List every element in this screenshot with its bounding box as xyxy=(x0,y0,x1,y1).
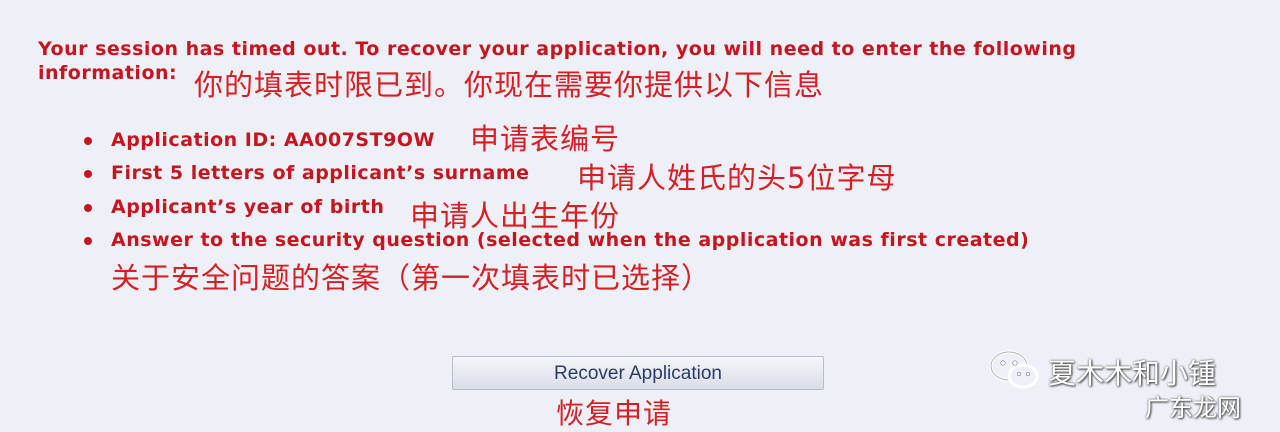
timeout-message-translation: 你的填表时限已到。你现在需要你提供以下信息 xyxy=(194,68,825,102)
timeout-message-line1: Your session has timed out. To recover y… xyxy=(38,38,1077,60)
bullet-icon xyxy=(84,204,92,212)
bullet-icon xyxy=(84,170,92,178)
recover-application-button[interactable]: Recover Application xyxy=(452,356,824,390)
bullet-icon xyxy=(84,237,92,245)
list-item-translation: 申请人姓氏的头5位字母 xyxy=(577,161,897,195)
list-item-label: Answer to the security question (selecte… xyxy=(111,229,1030,251)
bullet-icon xyxy=(84,137,92,145)
list-item-translation: 关于安全问题的答案（第一次填表时已选择） xyxy=(111,261,712,295)
watermark-site-name: 广东龙网 xyxy=(1145,394,1241,422)
list-item-label: Application ID: AA007ST9OW xyxy=(111,129,435,151)
list-item-label: First 5 letters of applicant’s surname xyxy=(111,162,530,184)
timeout-message-line2: information: xyxy=(38,62,178,84)
watermark-account-name: 夏木木和小锺 xyxy=(1048,357,1217,390)
list-item-label: Applicant’s year of birth xyxy=(111,196,385,218)
recover-button-translation: 恢复申请 xyxy=(556,397,673,430)
list-item-translation: 申请表编号 xyxy=(470,122,621,156)
wechat-icon xyxy=(989,350,1039,389)
